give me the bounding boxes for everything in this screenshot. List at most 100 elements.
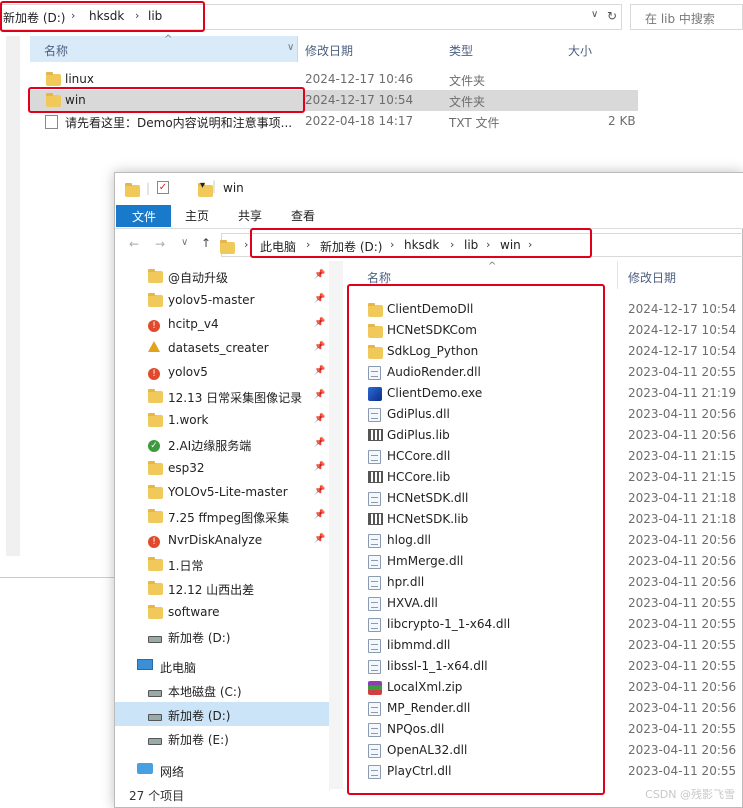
sidebar-item[interactable]: 新加卷 (D:)	[115, 702, 329, 726]
sidebar-item[interactable]: yolov5-master 📌	[115, 288, 329, 312]
back-arrow-icon[interactable]: ←	[129, 237, 139, 251]
sync-error-icon: !	[148, 533, 160, 548]
tab-view[interactable]: 查看	[291, 207, 315, 224]
back-search-input[interactable]: 在 lib 中搜索	[630, 4, 743, 30]
sidebar-item[interactable]: esp32 📌	[115, 456, 329, 480]
file-date: 2023-04-11 20:55	[628, 659, 737, 673]
title-bar: | ✓ ▾ | win	[115, 173, 743, 203]
sidebar-item[interactable]: 12.13 日常采集图像记录 📌	[115, 384, 329, 408]
quick-access-dropdown-icon[interactable]: ▾	[200, 180, 205, 191]
pin-icon[interactable]: 📌	[314, 534, 325, 544]
sidebar-item[interactable]: @自动升级 📌	[115, 264, 329, 288]
sidebar-item-label: yolov5	[168, 365, 208, 379]
sidebar-item[interactable]: 1.日常	[115, 552, 329, 576]
file-date: 2024-12-17 10:46	[305, 72, 414, 86]
file-type: 文件夹	[449, 95, 486, 109]
file-date: 2023-04-11 21:15	[628, 449, 737, 463]
file-date: 2023-04-11 20:56	[628, 428, 737, 442]
sidebar-item[interactable]: ! hcitp_v4 📌	[115, 312, 329, 336]
sidebar-item[interactable]: 新加卷 (D:)	[115, 624, 329, 648]
sidebar-item[interactable]: 本地磁盘 (C:)	[115, 678, 329, 702]
sidebar-item-label: @自动升级	[168, 271, 229, 285]
watermark: CSDN @残影飞雪	[645, 788, 735, 801]
file-date: 2023-04-11 20:55	[628, 764, 737, 778]
chevron-down-icon[interactable]: ∨	[181, 237, 188, 248]
file-date: 2023-04-11 21:15	[628, 470, 737, 484]
sidebar-item[interactable]: 此电脑	[115, 654, 329, 678]
column-header-modified[interactable]: 修改日期	[628, 269, 676, 286]
column-header-size[interactable]: 大小	[568, 42, 592, 59]
sidebar-item[interactable]: ✓ 2.AI边缘服务端 📌	[115, 432, 329, 456]
sidebar-item[interactable]: datasets_creater 📌	[115, 336, 329, 360]
sidebar-item[interactable]: 1.work 📌	[115, 408, 329, 432]
sidebar-item[interactable]: 7.25 ffmpeg图像采集 📌	[115, 504, 329, 528]
sidebar-item[interactable]: ! NvrDiskAnalyze 📌	[115, 528, 329, 552]
sidebar-item[interactable]: ! yolov5 📌	[115, 360, 329, 384]
sidebar-item-label: 1.work	[168, 413, 209, 427]
file-date: 2023-04-11 20:56	[628, 575, 737, 589]
file-date: 2022-04-18 14:17	[305, 114, 414, 128]
sidebar-item-label: 本地磁盘 (C:)	[168, 685, 242, 699]
sidebar-item[interactable]: 新加卷 (E:)	[115, 726, 329, 750]
nav-pane: @自动升级 📌 yolov5-master 📌! hcitp_v4 📌 datasets_c…	[115, 261, 329, 791]
sidebar-item[interactable]: 12.12 山西出差	[115, 576, 329, 600]
text-file-icon	[45, 115, 58, 129]
file-date: 2024-12-17 10:54	[305, 93, 414, 107]
folder-icon	[148, 412, 163, 427]
file-date: 2023-04-11 21:19	[628, 386, 737, 400]
pin-icon[interactable]: 📌	[314, 486, 325, 496]
pin-icon[interactable]: 📌	[314, 294, 325, 304]
tab-share[interactable]: 共享	[238, 207, 262, 224]
pin-icon[interactable]: 📌	[314, 270, 325, 280]
back-scrollbar[interactable]	[6, 36, 20, 556]
column-header-name[interactable]: 名称	[44, 42, 68, 59]
column-header-type[interactable]: 类型	[449, 42, 473, 59]
sort-up-icon: ^	[488, 261, 497, 272]
folder-icon	[148, 292, 163, 307]
pin-icon[interactable]: 📌	[314, 318, 325, 328]
file-date: 2023-04-11 20:55	[628, 722, 737, 736]
pin-icon[interactable]: 📌	[314, 390, 325, 400]
sidebar-item-label: YOLOv5-Lite-master	[168, 485, 288, 499]
pin-icon[interactable]: 📌	[314, 366, 325, 376]
chevron-down-icon[interactable]: ∨	[591, 9, 598, 20]
properties-icon[interactable]: ✓	[157, 181, 169, 194]
sidebar-item-label: software	[168, 605, 220, 619]
sidebar-item[interactable]: software	[115, 600, 329, 624]
pin-icon[interactable]: 📌	[314, 438, 325, 448]
file-type: TXT 文件	[449, 116, 500, 130]
file-date: 2024-12-17 10:54	[628, 302, 737, 316]
sidebar-item[interactable]: YOLOv5-Lite-master 📌	[115, 480, 329, 504]
drive-icon	[148, 686, 162, 700]
drive-icon	[148, 710, 162, 724]
highlight-box	[28, 87, 305, 113]
sidebar-item-label: 12.12 山西出差	[168, 583, 255, 597]
tab-file[interactable]: 文件	[116, 205, 171, 227]
sidebar-item-label: 2.AI边缘服务端	[168, 439, 252, 453]
sidebar-item-label: 1.日常	[168, 559, 204, 573]
file-name: 请先看这里：Demo内容说明和注意事项...	[65, 116, 293, 130]
column-header-modified[interactable]: 修改日期	[305, 42, 353, 59]
chevron-down-icon[interactable]: ∨	[287, 42, 294, 53]
tab-home[interactable]: 主页	[185, 207, 209, 224]
up-arrow-icon[interactable]: ↑	[201, 236, 211, 250]
highlight-box	[0, 1, 205, 32]
pin-icon[interactable]: 📌	[314, 462, 325, 472]
refresh-icon[interactable]: ↻	[607, 9, 617, 23]
file-date: 2023-04-11 20:55	[628, 596, 737, 610]
sidebar-item[interactable]: 网络	[115, 758, 329, 782]
pin-icon[interactable]: 📌	[314, 510, 325, 520]
sidebar-item-label: yolov5-master	[168, 293, 255, 307]
pin-icon[interactable]: 📌	[314, 414, 325, 424]
list-item[interactable]: 请先看这里：Demo内容说明和注意事项... 2022-04-18 14:17 …	[30, 111, 638, 132]
synced-icon: ✓	[148, 437, 160, 452]
folder-icon	[148, 388, 163, 403]
file-date: 2023-04-11 20:56	[628, 407, 737, 421]
sidebar-item-label: NvrDiskAnalyze	[168, 533, 263, 547]
file-date: 2023-04-11 20:56	[628, 533, 737, 547]
highlight-box	[250, 228, 592, 258]
forward-arrow-icon[interactable]: →	[155, 237, 165, 251]
drive-icon	[148, 632, 162, 646]
pin-icon[interactable]: 📌	[314, 342, 325, 352]
window-title: win	[223, 181, 244, 195]
